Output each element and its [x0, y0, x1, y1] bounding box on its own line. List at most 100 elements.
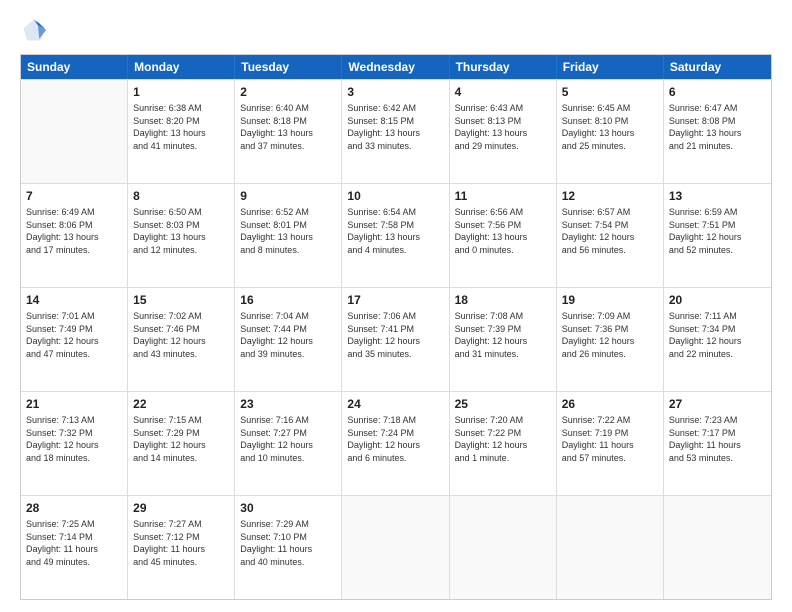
calendar-day-24: 24 Sunrise: 7:18 AM Sunset: 7:24 PM Dayli…	[342, 392, 449, 495]
day-number: 26	[562, 396, 658, 412]
header-day-tuesday: Tuesday	[235, 55, 342, 79]
day-info: Sunrise: 6:42 AM Sunset: 8:15 PM Dayligh…	[347, 102, 443, 152]
day-info: Sunrise: 7:04 AM Sunset: 7:44 PM Dayligh…	[240, 310, 336, 360]
day-number: 9	[240, 188, 336, 204]
calendar-day-22: 22 Sunrise: 7:15 AM Sunset: 7:29 PM Dayli…	[128, 392, 235, 495]
calendar-empty-cell	[21, 80, 128, 183]
calendar-body: 1 Sunrise: 6:38 AM Sunset: 8:20 PM Daylig…	[21, 79, 771, 599]
header-day-friday: Friday	[557, 55, 664, 79]
calendar-day-19: 19 Sunrise: 7:09 AM Sunset: 7:36 PM Dayli…	[557, 288, 664, 391]
calendar-empty-cell	[450, 496, 557, 599]
calendar-day-16: 16 Sunrise: 7:04 AM Sunset: 7:44 PM Dayli…	[235, 288, 342, 391]
day-number: 19	[562, 292, 658, 308]
day-number: 3	[347, 84, 443, 100]
day-info: Sunrise: 7:09 AM Sunset: 7:36 PM Dayligh…	[562, 310, 658, 360]
day-number: 1	[133, 84, 229, 100]
page: SundayMondayTuesdayWednesdayThursdayFrid…	[0, 0, 792, 612]
calendar-day-18: 18 Sunrise: 7:08 AM Sunset: 7:39 PM Dayli…	[450, 288, 557, 391]
calendar-day-12: 12 Sunrise: 6:57 AM Sunset: 7:54 PM Dayli…	[557, 184, 664, 287]
day-info: Sunrise: 6:45 AM Sunset: 8:10 PM Dayligh…	[562, 102, 658, 152]
day-number: 22	[133, 396, 229, 412]
day-info: Sunrise: 7:29 AM Sunset: 7:10 PM Dayligh…	[240, 518, 336, 568]
day-number: 29	[133, 500, 229, 516]
day-number: 14	[26, 292, 122, 308]
calendar-empty-cell	[664, 496, 771, 599]
day-info: Sunrise: 7:23 AM Sunset: 7:17 PM Dayligh…	[669, 414, 766, 464]
day-info: Sunrise: 7:02 AM Sunset: 7:46 PM Dayligh…	[133, 310, 229, 360]
calendar-row-5: 28Sunrise: 7:25 AM Sunset: 7:14 PM Dayli…	[21, 495, 771, 599]
day-number: 21	[26, 396, 122, 412]
day-info: Sunrise: 6:50 AM Sunset: 8:03 PM Dayligh…	[133, 206, 229, 256]
day-number: 11	[455, 188, 551, 204]
calendar-day-13: 13Sunrise: 6:59 AM Sunset: 7:51 PM Dayli…	[664, 184, 771, 287]
day-info: Sunrise: 7:08 AM Sunset: 7:39 PM Dayligh…	[455, 310, 551, 360]
calendar-empty-cell	[342, 496, 449, 599]
calendar-day-15: 15 Sunrise: 7:02 AM Sunset: 7:46 PM Dayli…	[128, 288, 235, 391]
calendar-day-4: 4Sunrise: 6:43 AM Sunset: 8:13 PM Daylig…	[450, 80, 557, 183]
header-day-wednesday: Wednesday	[342, 55, 449, 79]
day-info: Sunrise: 7:01 AM Sunset: 7:49 PM Dayligh…	[26, 310, 122, 360]
day-number: 8	[133, 188, 229, 204]
logo-icon	[20, 16, 48, 44]
day-info: Sunrise: 7:25 AM Sunset: 7:14 PM Dayligh…	[26, 518, 122, 568]
day-info: Sunrise: 6:49 AM Sunset: 8:06 PM Dayligh…	[26, 206, 122, 256]
day-info: Sunrise: 6:52 AM Sunset: 8:01 PM Dayligh…	[240, 206, 336, 256]
day-info: Sunrise: 6:40 AM Sunset: 8:18 PM Dayligh…	[240, 102, 336, 152]
calendar-row-1: 1 Sunrise: 6:38 AM Sunset: 8:20 PM Daylig…	[21, 79, 771, 183]
day-number: 16	[240, 292, 336, 308]
day-number: 24	[347, 396, 443, 412]
calendar-day-20: 20Sunrise: 7:11 AM Sunset: 7:34 PM Dayli…	[664, 288, 771, 391]
calendar-day-26: 26 Sunrise: 7:22 AM Sunset: 7:19 PM Dayli…	[557, 392, 664, 495]
calendar-day-10: 10Sunrise: 6:54 AM Sunset: 7:58 PM Dayli…	[342, 184, 449, 287]
header-day-sunday: Sunday	[21, 55, 128, 79]
calendar-day-6: 6 Sunrise: 6:47 AM Sunset: 8:08 PM Daylig…	[664, 80, 771, 183]
calendar-day-30: 30 Sunrise: 7:29 AM Sunset: 7:10 PM Dayli…	[235, 496, 342, 599]
day-number: 15	[133, 292, 229, 308]
day-number: 5	[562, 84, 658, 100]
calendar-day-25: 25Sunrise: 7:20 AM Sunset: 7:22 PM Dayli…	[450, 392, 557, 495]
calendar-day-5: 5 Sunrise: 6:45 AM Sunset: 8:10 PM Daylig…	[557, 80, 664, 183]
calendar-day-9: 9 Sunrise: 6:52 AM Sunset: 8:01 PM Daylig…	[235, 184, 342, 287]
calendar-day-7: 7 Sunrise: 6:49 AM Sunset: 8:06 PM Daylig…	[21, 184, 128, 287]
calendar-empty-cell	[557, 496, 664, 599]
calendar-day-3: 3 Sunrise: 6:42 AM Sunset: 8:15 PM Daylig…	[342, 80, 449, 183]
day-info: Sunrise: 6:57 AM Sunset: 7:54 PM Dayligh…	[562, 206, 658, 256]
day-number: 10	[347, 188, 443, 204]
day-number: 23	[240, 396, 336, 412]
calendar-day-27: 27 Sunrise: 7:23 AM Sunset: 7:17 PM Dayli…	[664, 392, 771, 495]
calendar-day-17: 17Sunrise: 7:06 AM Sunset: 7:41 PM Dayli…	[342, 288, 449, 391]
day-info: Sunrise: 6:38 AM Sunset: 8:20 PM Dayligh…	[133, 102, 229, 152]
calendar-day-1: 1 Sunrise: 6:38 AM Sunset: 8:20 PM Daylig…	[128, 80, 235, 183]
day-number: 2	[240, 84, 336, 100]
calendar-row-4: 21 Sunrise: 7:13 AM Sunset: 7:32 PM Dayli…	[21, 391, 771, 495]
day-number: 7	[26, 188, 122, 204]
header	[20, 16, 772, 44]
calendar-day-23: 23 Sunrise: 7:16 AM Sunset: 7:27 PM Dayli…	[235, 392, 342, 495]
day-info: Sunrise: 7:15 AM Sunset: 7:29 PM Dayligh…	[133, 414, 229, 464]
day-number: 20	[669, 292, 766, 308]
day-number: 12	[562, 188, 658, 204]
calendar-day-28: 28Sunrise: 7:25 AM Sunset: 7:14 PM Dayli…	[21, 496, 128, 599]
day-info: Sunrise: 6:47 AM Sunset: 8:08 PM Dayligh…	[669, 102, 766, 152]
day-info: Sunrise: 7:27 AM Sunset: 7:12 PM Dayligh…	[133, 518, 229, 568]
calendar-day-29: 29 Sunrise: 7:27 AM Sunset: 7:12 PM Dayli…	[128, 496, 235, 599]
day-number: 18	[455, 292, 551, 308]
day-number: 30	[240, 500, 336, 516]
day-info: Sunrise: 7:06 AM Sunset: 7:41 PM Dayligh…	[347, 310, 443, 360]
day-info: Sunrise: 7:16 AM Sunset: 7:27 PM Dayligh…	[240, 414, 336, 464]
day-number: 6	[669, 84, 766, 100]
day-info: Sunrise: 6:59 AM Sunset: 7:51 PM Dayligh…	[669, 206, 766, 256]
day-number: 27	[669, 396, 766, 412]
day-info: Sunrise: 6:43 AM Sunset: 8:13 PM Dayligh…	[455, 102, 551, 152]
day-info: Sunrise: 6:56 AM Sunset: 7:56 PM Dayligh…	[455, 206, 551, 256]
calendar-day-11: 11 Sunrise: 6:56 AM Sunset: 7:56 PM Dayli…	[450, 184, 557, 287]
day-info: Sunrise: 7:22 AM Sunset: 7:19 PM Dayligh…	[562, 414, 658, 464]
header-day-saturday: Saturday	[664, 55, 771, 79]
day-info: Sunrise: 7:13 AM Sunset: 7:32 PM Dayligh…	[26, 414, 122, 464]
calendar-day-8: 8 Sunrise: 6:50 AM Sunset: 8:03 PM Daylig…	[128, 184, 235, 287]
calendar-day-2: 2 Sunrise: 6:40 AM Sunset: 8:18 PM Daylig…	[235, 80, 342, 183]
calendar-header: SundayMondayTuesdayWednesdayThursdayFrid…	[21, 55, 771, 79]
day-info: Sunrise: 7:18 AM Sunset: 7:24 PM Dayligh…	[347, 414, 443, 464]
day-info: Sunrise: 7:20 AM Sunset: 7:22 PM Dayligh…	[455, 414, 551, 464]
header-day-monday: Monday	[128, 55, 235, 79]
